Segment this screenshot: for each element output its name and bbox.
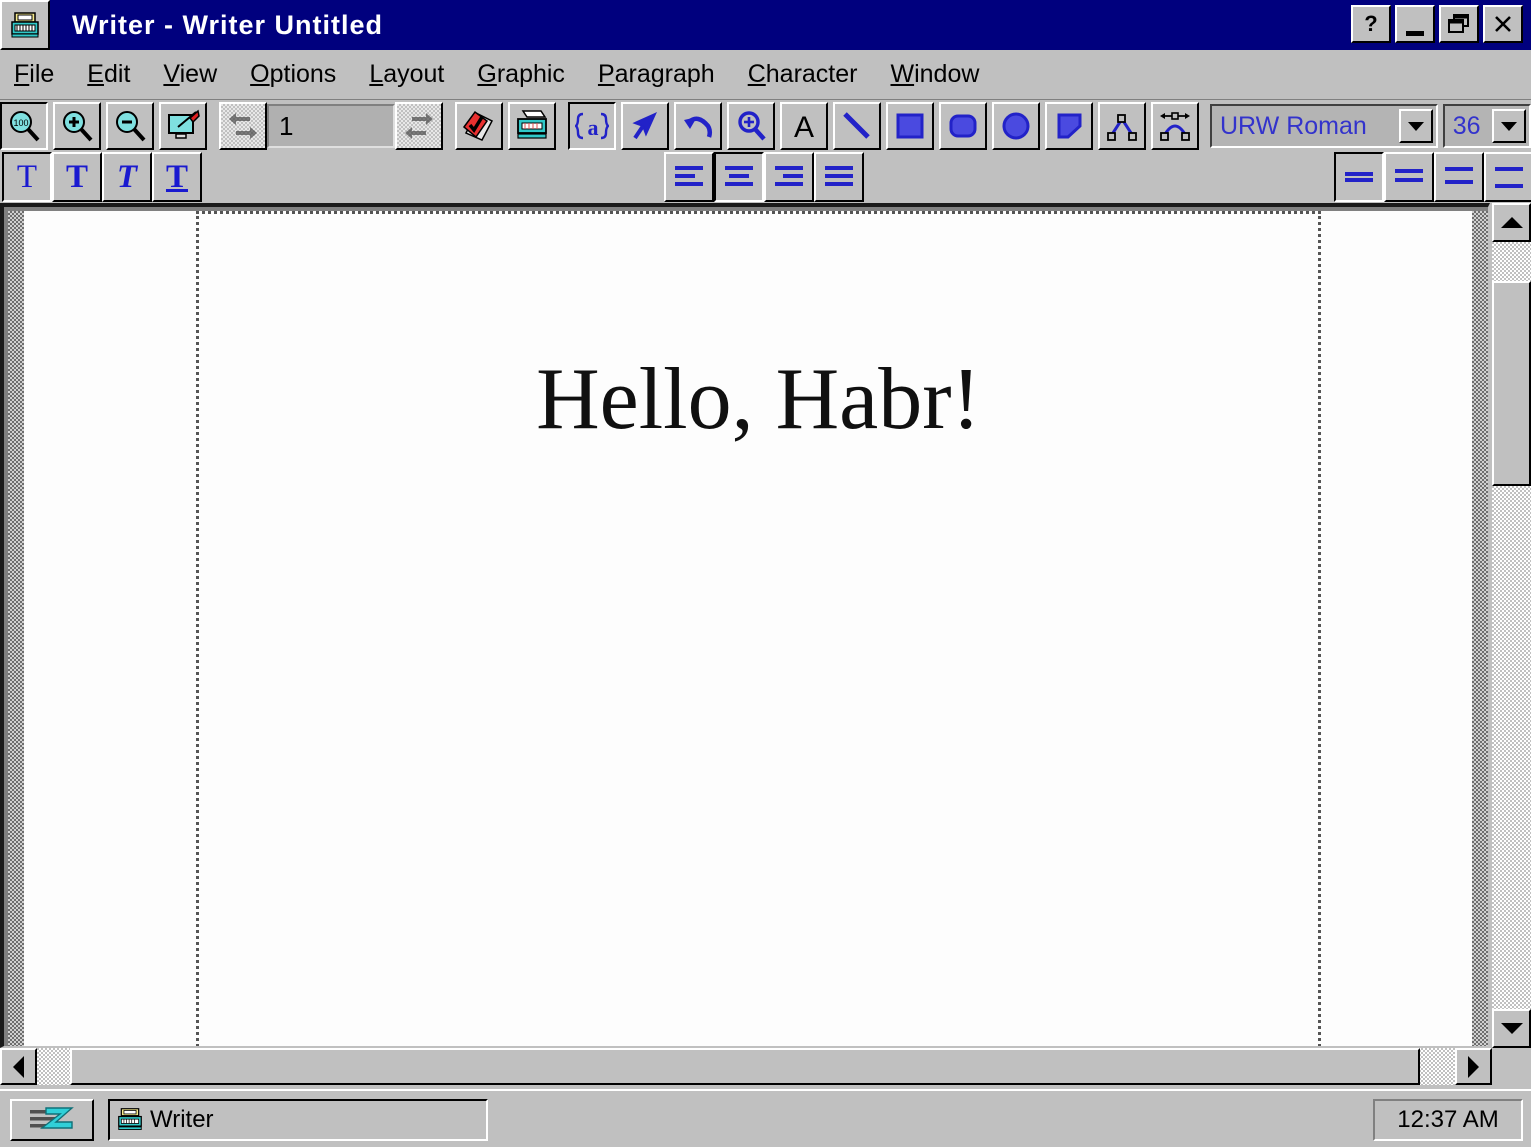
left-margin-guide [196,211,199,1046]
close-button[interactable] [1483,5,1523,43]
menu-item-layout[interactable]: Layout [369,60,444,89]
horizontal-scroll-thumb[interactable] [70,1048,1420,1085]
menu-item-view[interactable]: View [163,60,217,89]
menu-item-character[interactable]: Character [748,60,858,89]
font-size-value: 36 [1452,111,1481,140]
font-name-value: URW Roman [1220,111,1367,140]
font-size-combo[interactable]: 36 [1442,104,1531,148]
save-button[interactable] [455,102,503,150]
zoom-out-button[interactable] [106,102,154,150]
menu-item-paragraph[interactable]: Paragraph [598,60,715,89]
typewriter-icon [118,1108,142,1130]
clock[interactable]: 12:37 AM [1397,1106,1498,1134]
scroll-up-icon [1500,217,1523,228]
insert-text-button[interactable]: A [780,102,828,150]
underline-button[interactable]: T [152,152,202,202]
select-tool-button[interactable] [621,102,669,150]
top-margin-guide [196,211,1321,214]
help-button[interactable]: ? [1351,5,1391,43]
rectangle-tool-button[interactable] [886,102,934,150]
polygon-tool-button[interactable] [1045,102,1093,150]
underline-glyph: T [165,158,188,195]
system-tray: 12:37 AM [1373,1099,1523,1141]
normal-button[interactable]: T [2,152,52,202]
bold-glyph: T [65,158,88,195]
chevron-down-icon[interactable] [1398,109,1433,143]
scroll-up-button[interactable] [1492,203,1531,242]
document-frame: Hello, Habr! [0,203,1490,1048]
menu-bar: File Edit View Options Layout Graphic Pa… [0,50,1531,100]
title-bar: Writer - Writer Untitled ? [0,0,1531,50]
zoom-tool-button[interactable] [727,102,775,150]
line-spacing-extra-button[interactable] [1484,152,1531,202]
undo-button[interactable] [674,102,722,150]
right-margin-guide [1318,211,1321,1046]
menu-item-file[interactable]: File [14,60,54,89]
zoom-in-button[interactable] [53,102,101,150]
start-logo-icon [30,1107,74,1129]
taskbar: Writer 12:37 AM [0,1089,1531,1147]
document-area: Hello, Habr! [0,203,1531,1085]
align-right-button[interactable] [764,152,814,202]
italic-glyph: T [116,158,138,195]
previous-page-button[interactable] [219,102,267,150]
scroll-left-button[interactable] [0,1048,37,1085]
writer-window: Writer - Writer Untitled ? File Edit Vie… [0,0,1531,1085]
scroll-right-icon [1468,1055,1479,1078]
italic-button[interactable]: T [102,152,152,202]
ellipse-tool-button[interactable] [992,102,1040,150]
desktop: Writer - Writer Untitled ? File Edit Vie… [0,0,1531,1147]
restore-button[interactable] [1439,5,1479,43]
line-spacing-double-button[interactable] [1434,152,1484,202]
document-text[interactable]: Hello, Habr! [196,356,1321,444]
scroll-down-icon [1500,1023,1523,1034]
line-spacing-group [1334,152,1531,202]
taskbar-item-label: Writer [150,1106,214,1133]
scroll-left-icon [13,1055,24,1078]
minimize-button[interactable] [1395,5,1435,43]
menu-item-graphic[interactable]: Graphic [477,60,565,89]
svg-text:A: A [794,111,814,142]
document-canvas[interactable]: Hello, Habr! [8,211,1488,1046]
align-justify-button[interactable] [814,152,864,202]
align-left-button[interactable] [664,152,714,202]
normal-glyph: T [16,158,38,195]
scroll-right-button[interactable] [1455,1048,1492,1085]
window-title: Writer - Writer Untitled [72,9,384,40]
scroll-down-button[interactable] [1492,1009,1531,1048]
text-tool-button[interactable]: a [568,102,616,150]
start-button[interactable] [10,1099,94,1141]
taskbar-item-writer[interactable]: Writer [108,1099,488,1141]
vertical-scrollbar[interactable] [1492,203,1531,1048]
line-spacing-single-button[interactable] [1334,152,1384,202]
menu-item-window[interactable]: Window [890,60,979,89]
bezier-tool-button[interactable] [1151,102,1199,150]
align-center-button[interactable] [714,152,764,202]
window-controls: ? [1351,5,1523,43]
alignment-group [664,152,864,202]
chevron-down-icon[interactable] [1492,109,1526,143]
horizontal-scrollbar[interactable] [0,1048,1492,1085]
vertical-scroll-thumb[interactable] [1492,281,1531,486]
main-toolbar: 100 1 a A URW Roman 36 [0,101,1531,151]
line-tool-button[interactable] [833,102,881,150]
bold-button[interactable]: T [52,152,102,202]
line-spacing-15-button[interactable] [1384,152,1434,202]
page-number-input[interactable]: 1 [267,104,395,148]
font-style-group: T T T T [2,152,202,202]
svg-text:a: a [588,115,599,140]
rounded-rect-button[interactable] [939,102,987,150]
menu-item-edit[interactable]: Edit [87,60,130,89]
font-name-combo[interactable]: URW Roman [1210,104,1438,148]
menu-item-options[interactable]: Options [250,60,336,89]
next-page-button[interactable] [395,102,443,150]
svg-text:100: 100 [13,118,28,128]
system-menu-button[interactable] [0,0,50,50]
document-page[interactable]: Hello, Habr! [24,211,1472,1046]
formatting-toolbar: T T T T [0,151,1531,203]
print-button[interactable] [508,102,556,150]
polyline-tool-button[interactable] [1098,102,1146,150]
zoom-100-button[interactable]: 100 [0,102,48,150]
edit-mode-button[interactable] [159,102,207,150]
